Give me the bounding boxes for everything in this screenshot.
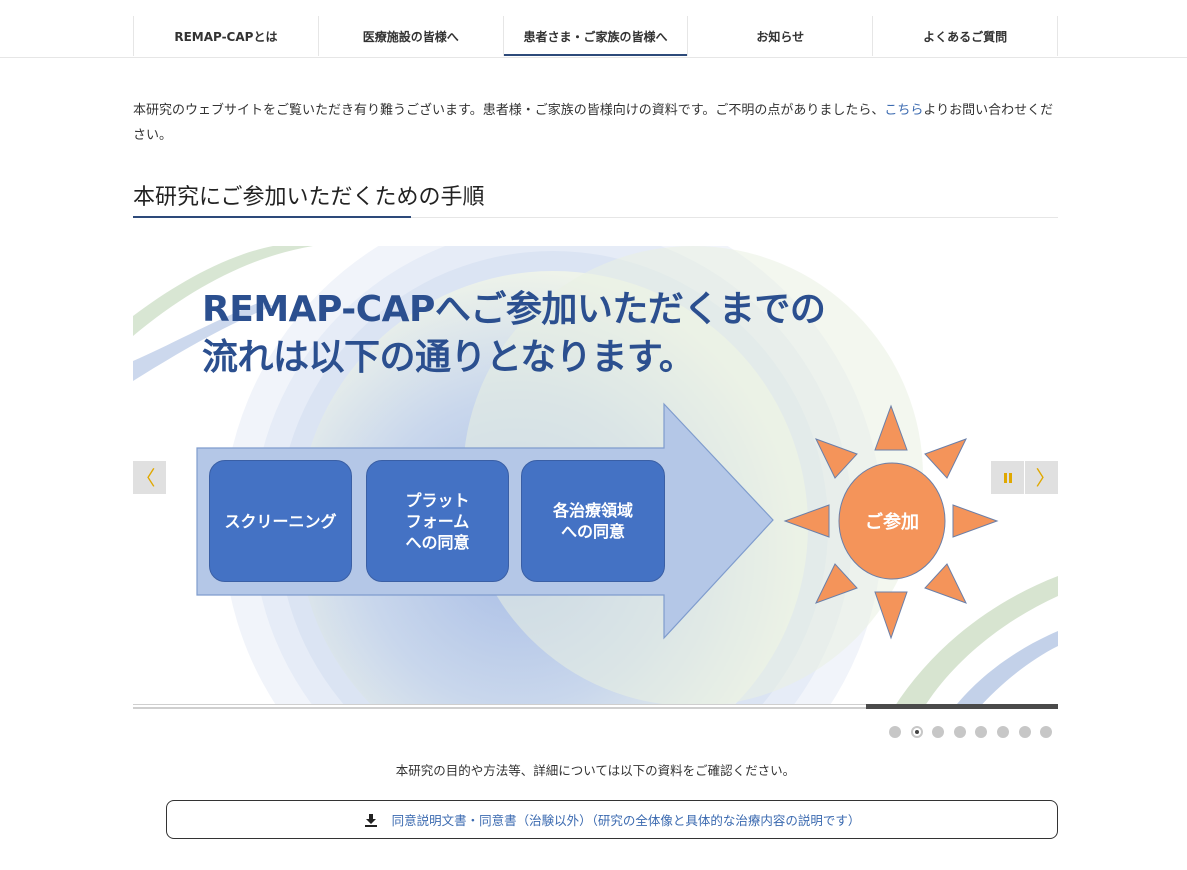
- slider-next-button[interactable]: 〉: [1025, 461, 1058, 494]
- top-navigation-bar: REMAP-CAPとは 医療施設の皆様へ 患者さま・ご家族の皆様へ お知らせ よ…: [0, 0, 1187, 58]
- contact-link[interactable]: こちら: [884, 103, 923, 118]
- slide-title: REMAP-CAPへご参加いただくまでの 流れは以下の通りとなります。: [202, 286, 962, 382]
- download-icon: [364, 813, 377, 827]
- slider-dot-1[interactable]: [889, 726, 901, 738]
- slider-dot-8[interactable]: [1040, 726, 1053, 738]
- slider-progress-bar: [133, 704, 1058, 709]
- process-slider: REMAP-CAPへご参加いただくまでの 流れは以下の通りとなります。 スクリー…: [133, 246, 1058, 709]
- step-platform-consent: プラット フォーム への同意: [366, 460, 509, 582]
- step-domain-consent: 各治療領域 への同意: [521, 460, 665, 582]
- slide-title-line-1: REMAP-CAPへご参加いただくまでの: [202, 289, 826, 330]
- slider-dot-4[interactable]: [953, 726, 966, 738]
- heading-underline: [133, 216, 411, 218]
- section-heading: 本研究にご参加いただくための手順: [133, 181, 1058, 218]
- slider-dot-5[interactable]: [975, 726, 988, 738]
- slide-title-line-2: 流れは以下の通りとなります。: [202, 337, 695, 378]
- progress-remaining: [866, 704, 1058, 709]
- documents-note: 本研究の目的や方法等、詳細については以下の資料をご確認ください。: [395, 763, 796, 778]
- slider-pause-button[interactable]: [991, 461, 1024, 494]
- slider-dot-7[interactable]: [1018, 726, 1031, 738]
- slider-dot-2-active[interactable]: [910, 726, 923, 738]
- slider-dot-6[interactable]: [996, 726, 1009, 738]
- consent-document-download-button[interactable]: 同意説明文書・同意書（治験以外）（研究の全体像と具体的な治療内容の説明です）: [166, 800, 1058, 839]
- intro-paragraph: 本研究のウェブサイトをご覧いただき有り難うございます。患者様・ご家族の皆様向けの…: [133, 98, 1058, 148]
- slider-pagination: [889, 726, 1053, 738]
- nav-item-news[interactable]: お知らせ: [687, 16, 872, 56]
- pause-icon: [1003, 472, 1012, 483]
- chevron-right-icon: 〉: [1035, 465, 1056, 490]
- nav-item-about[interactable]: REMAP-CAPとは: [133, 16, 318, 56]
- intro-text-before: 本研究のウェブサイトをご覧いただき有り難うございます。患者様・ご家族の皆様向けの…: [133, 103, 885, 118]
- nav-item-patients-families[interactable]: 患者さま・ご家族の皆様へ: [502, 16, 688, 56]
- participation-label: ご参加: [865, 512, 919, 533]
- slider-dot-3[interactable]: [932, 726, 945, 738]
- nav-item-faq[interactable]: よくあるご質問: [872, 16, 1058, 56]
- main-nav: REMAP-CAPとは 医療施設の皆様へ 患者さま・ご家族の皆様へ お知らせ よ…: [133, 16, 1058, 56]
- consent-document-label: 同意説明文書・同意書（治験以外）（研究の全体像と具体的な治療内容の説明です）: [391, 813, 861, 828]
- chevron-left-icon: 〈: [135, 465, 156, 490]
- slider-prev-button[interactable]: 〈: [133, 461, 166, 494]
- progress-fill: [133, 705, 866, 707]
- section-title: 本研究にご参加いただくための手順: [133, 185, 485, 210]
- step-screening: スクリーニング: [209, 460, 352, 582]
- nav-item-medical-facilities[interactable]: 医療施設の皆様へ: [317, 16, 503, 56]
